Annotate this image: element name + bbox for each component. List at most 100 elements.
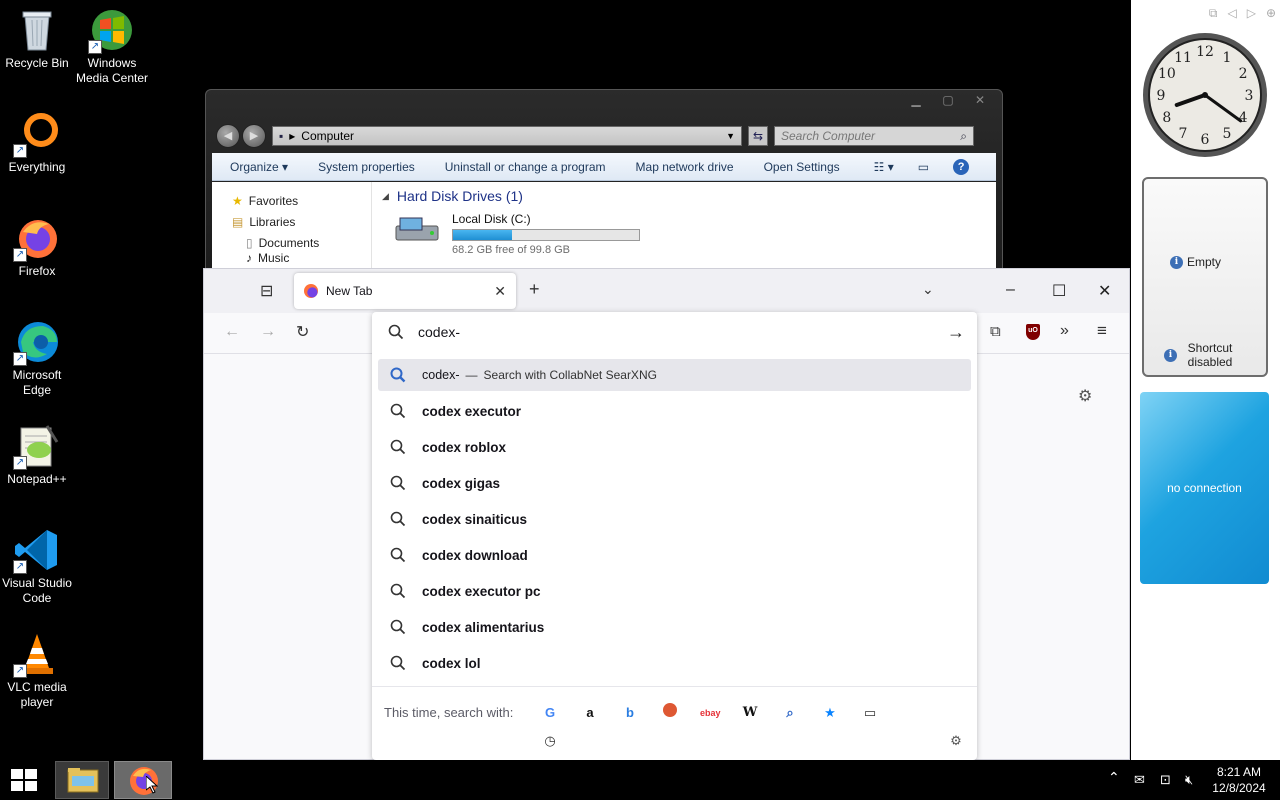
amazon-icon[interactable]: a xyxy=(580,703,600,723)
forward-button[interactable]: ▶ xyxy=(242,124,266,148)
taskbar: ⌃ ✉ ⊡ 🔇︎ 8:21 AM 12/8/2024 xyxy=(0,760,1280,800)
back-button[interactable]: ◀ xyxy=(216,124,240,148)
close-button[interactable]: ✕ xyxy=(966,92,994,108)
search-settings-gear-icon[interactable]: ⚙ xyxy=(946,731,966,751)
suggestion-row-heuristic[interactable]: codex- — Search with CollabNet SearXNG xyxy=(378,359,971,391)
group-header[interactable]: ◢ Hard Disk Drives (1) xyxy=(382,188,996,204)
mouse-cursor-icon xyxy=(146,776,158,794)
suggestion-row[interactable]: codex gigas xyxy=(378,467,971,499)
desktop-icon-firefox[interactable]: ↗ Firefox xyxy=(0,214,74,279)
maximize-button[interactable]: ☐ xyxy=(1052,281,1066,301)
sidebar-menu-icon[interactable]: ⧉ xyxy=(1209,6,1218,21)
refresh-button[interactable]: ⇆ xyxy=(748,126,768,146)
reload-icon[interactable]: ↻ xyxy=(296,322,309,342)
history-icon[interactable]: ◷ xyxy=(540,731,560,751)
suggestion-row[interactable]: codex download xyxy=(378,539,971,571)
nav-item-music[interactable]: ♪ Music xyxy=(232,253,371,263)
clock-numeral: 1 xyxy=(1223,50,1232,66)
vlc-icon: ↗ xyxy=(13,630,61,678)
search-icon xyxy=(390,619,406,635)
forward-icon[interactable]: → xyxy=(260,323,276,341)
desktop-icon-vlc[interactable]: ↗ VLC media player xyxy=(0,630,74,710)
desktop-icon-microsoft-edge[interactable]: ↗ Microsoft Edge xyxy=(0,318,74,398)
map-network-drive-button[interactable]: Map network drive xyxy=(636,160,734,174)
address-bar[interactable]: ▪ ▸ Computer ▼ xyxy=(272,126,742,146)
tab-close-icon[interactable]: ✕ xyxy=(494,283,506,300)
ebay-icon[interactable]: ebay xyxy=(700,703,721,723)
organize-button[interactable]: Organize ▾ xyxy=(230,160,288,174)
desktop-icon-windows-media-center[interactable]: ↗ Windows Media Center xyxy=(75,6,149,86)
clock-gadget[interactable]: 12 1 2 3 4 5 6 7 8 9 10 11 xyxy=(1140,30,1270,160)
suggestion-row[interactable]: codex lol xyxy=(378,647,971,679)
minimize-button[interactable]: ▁ xyxy=(902,92,930,108)
previous-gadget-icon[interactable]: ◁ xyxy=(1227,6,1236,21)
volume-muted-icon[interactable]: 🔇︎ xyxy=(1185,772,1193,788)
add-gadget-icon[interactable]: ⊕ xyxy=(1266,6,1276,21)
list-all-tabs-icon[interactable]: ⌄ xyxy=(922,281,934,298)
clock-numeral: 9 xyxy=(1157,88,1166,104)
view-options-icon[interactable]: ☷ ▾ xyxy=(874,160,894,174)
taskbar-time: 8:21 AM xyxy=(1216,765,1262,779)
chevron-down-icon[interactable]: ▼ xyxy=(726,131,735,141)
search-icon xyxy=(388,324,404,340)
suggestion-row[interactable]: codex executor xyxy=(378,395,971,427)
weather-gadget[interactable]: no connection xyxy=(1140,392,1269,584)
suggestion-row[interactable]: codex executor pc xyxy=(378,575,971,607)
tab-new-tab[interactable]: New Tab ✕ xyxy=(294,273,516,309)
bookmarks-icon[interactable]: ★ xyxy=(820,703,840,723)
show-hidden-icons-chevron-icon[interactable]: ⌃ xyxy=(1108,769,1120,786)
shortcut-arrow-icon: ↗ xyxy=(13,144,27,158)
next-gadget-icon[interactable]: ▷ xyxy=(1247,6,1256,21)
overflow-menu-icon[interactable]: » xyxy=(1060,322,1069,340)
customize-gear-icon[interactable]: ⚙ xyxy=(1078,386,1092,406)
desktop-icon-recycle-bin[interactable]: Recycle Bin xyxy=(0,6,74,71)
wikipedia-icon[interactable]: W xyxy=(740,703,760,723)
local-disk-item[interactable]: Local Disk (C:) 68.2 GB free of 99.8 GB xyxy=(394,212,640,256)
slideshow-gadget[interactable]: i Empty i Shortcut disabled xyxy=(1142,177,1268,377)
nav-item-documents[interactable]: ▯ Documents xyxy=(232,232,371,253)
minimize-button[interactable]: – xyxy=(1006,281,1015,299)
preview-pane-icon[interactable]: ▭ xyxy=(918,160,929,174)
network-icon[interactable]: ⊡ xyxy=(1160,772,1171,788)
taskbar-explorer-button[interactable] xyxy=(55,761,109,799)
open-settings-button[interactable]: Open Settings xyxy=(764,160,840,174)
tabs-icon[interactable]: ▭ xyxy=(860,703,880,723)
google-icon[interactable]: G xyxy=(540,703,560,723)
documents-icon: ▯ xyxy=(246,235,253,250)
tab-title: New Tab xyxy=(326,284,373,298)
taskbar-firefox-button[interactable] xyxy=(114,761,172,799)
go-arrow-icon[interactable]: → xyxy=(947,322,965,343)
extensions-icon[interactable]: ⧉ xyxy=(990,323,1001,340)
bing-icon[interactable]: b xyxy=(620,703,640,723)
duckduckgo-icon[interactable] xyxy=(660,703,680,723)
desktop-icon-everything[interactable]: ↗ Everything xyxy=(0,110,74,175)
new-tab-button[interactable]: + xyxy=(529,279,540,300)
nav-item-libraries[interactable]: ▤ Libraries xyxy=(232,211,371,232)
maximize-button[interactable]: ▢ xyxy=(934,92,962,108)
taskbar-clock[interactable]: 8:21 AM 12/8/2024 xyxy=(1204,764,1274,796)
searxng-icon[interactable]: ⌕ xyxy=(780,703,800,723)
uninstall-program-button[interactable]: Uninstall or change a program xyxy=(445,160,606,174)
search-icon xyxy=(390,547,406,563)
suggestion-row[interactable]: codex roblox xyxy=(378,431,971,463)
shortcut-disabled-text: Shortcut disabled xyxy=(1187,341,1233,369)
system-properties-button[interactable]: System properties xyxy=(318,160,415,174)
close-button[interactable]: ✕ xyxy=(1098,281,1111,301)
suggestion-separator: — xyxy=(465,368,478,382)
help-icon[interactable]: ? xyxy=(953,158,970,175)
back-icon[interactable]: ← xyxy=(224,323,240,341)
hamburger-menu-icon[interactable]: ≡ xyxy=(1097,321,1107,341)
desktop-icon-vscode[interactable]: ↗ Visual Studio Code xyxy=(0,526,74,606)
explorer-window[interactable]: ▁ ▢ ✕ ◀ ▶ ▪ ▸ Computer ▼ ⇆ Search Comput… xyxy=(205,89,1003,289)
action-center-icon[interactable]: ✉ xyxy=(1134,772,1145,788)
urlbar-input[interactable]: codex- → xyxy=(372,312,977,352)
suggestion-row[interactable]: codex alimentarius xyxy=(378,611,971,643)
start-button[interactable] xyxy=(0,761,48,799)
suggestion-row[interactable]: codex sinaiticus xyxy=(378,503,971,535)
ublock-origin-icon[interactable]: uO xyxy=(1026,324,1040,340)
tab-groups-icon[interactable]: ⊟ xyxy=(260,281,273,301)
suggestion-text: codex gigas xyxy=(422,475,501,491)
explorer-search-input[interactable]: Search Computer ⌕ xyxy=(774,126,974,146)
nav-item-favorites[interactable]: ★ Favorites xyxy=(232,190,371,211)
desktop-icon-notepad-plus-plus[interactable]: ↗ Notepad++ xyxy=(0,422,74,487)
